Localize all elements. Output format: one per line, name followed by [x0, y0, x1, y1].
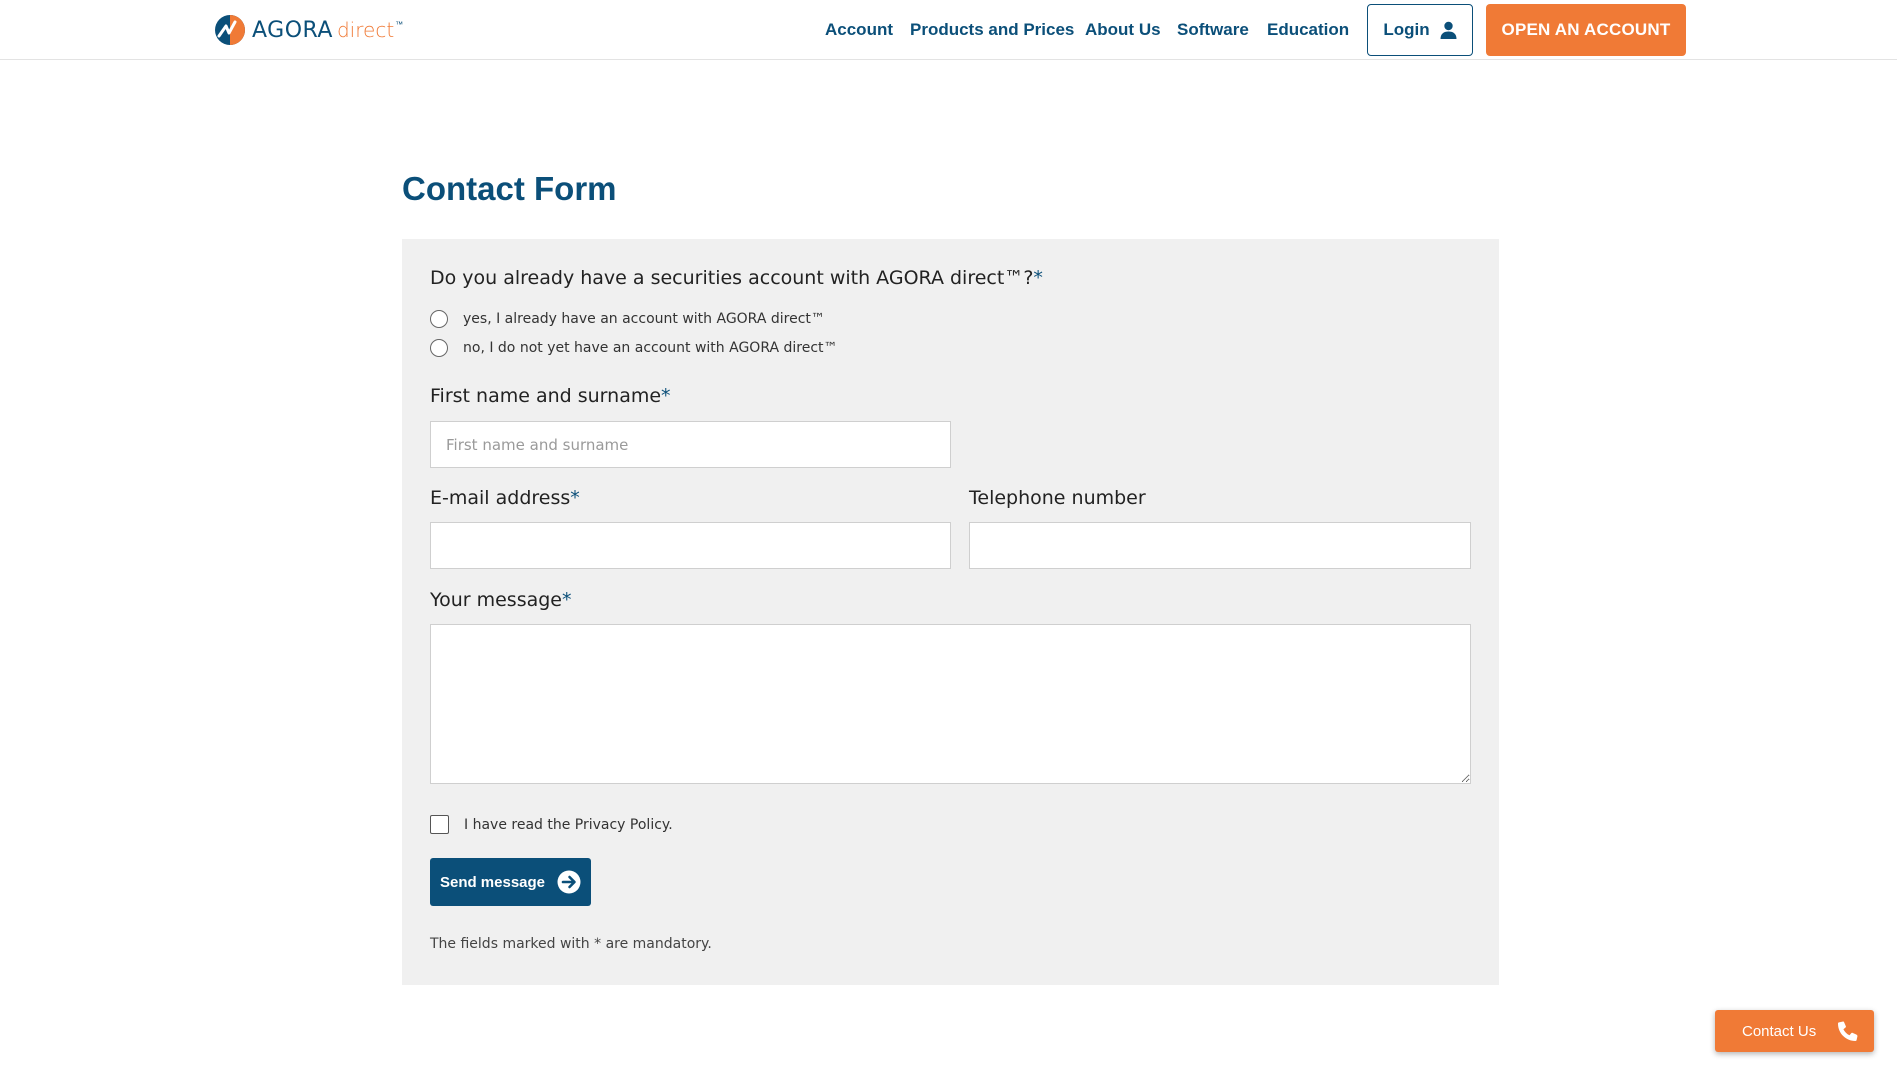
contact-us-button[interactable]: Contact Us [1715, 1010, 1874, 1052]
radio-no[interactable] [430, 339, 448, 357]
name-label: First name and surname* [430, 385, 671, 407]
email-label: E-mail address* [430, 487, 580, 509]
agora-logo-icon [215, 15, 245, 45]
login-button[interactable]: Login [1367, 4, 1473, 56]
privacy-checkbox[interactable] [430, 815, 449, 834]
mandatory-note: The fields marked with * are mandatory. [430, 936, 712, 952]
required-marker: * [661, 385, 671, 407]
account-question-label: Do you already have a securities account… [430, 267, 1043, 289]
send-message-label: Send message [439, 873, 546, 891]
brand-tm: ™ [395, 19, 404, 29]
site-header: AGORA direct ™ Account Products and Pric… [0, 0, 1897, 60]
radio-option-no[interactable]: no, I do not yet have an account with AG… [430, 339, 838, 357]
phone-label: Telephone number [969, 487, 1146, 509]
privacy-checkbox-row[interactable]: I have read the Privacy Policy. [430, 815, 673, 834]
nav-education[interactable]: Education [1267, 20, 1349, 40]
radio-option-yes[interactable]: yes, I already have an account with AGOR… [430, 310, 825, 328]
nav-software[interactable]: Software [1177, 20, 1249, 40]
name-label-text: First name and surname [430, 385, 662, 407]
privacy-label: I have read the Privacy Policy. [464, 816, 673, 833]
phone-icon [1838, 1021, 1858, 1041]
brand-wordmark: AGORA direct ™ [252, 18, 403, 43]
page-title: Contact Form [402, 170, 617, 207]
message-textarea[interactable] [430, 624, 1471, 784]
send-message-button[interactable]: Send message [430, 858, 591, 906]
brand-logo[interactable]: AGORA direct ™ [214, 12, 403, 48]
radio-yes-label: yes, I already have an account with AGOR… [463, 311, 825, 327]
message-label: Your message* [430, 589, 572, 611]
open-account-button[interactable]: OPEN AN ACCOUNT [1486, 4, 1686, 56]
name-input[interactable] [430, 421, 951, 468]
nav-account[interactable]: Account [825, 20, 893, 40]
email-label-text: E-mail address [430, 487, 571, 509]
phone-input[interactable] [969, 522, 1471, 569]
phone-label-text: Telephone number [969, 487, 1146, 509]
required-marker: * [562, 589, 572, 611]
required-marker: * [570, 487, 580, 509]
radio-no-label: no, I do not yet have an account with AG… [463, 340, 838, 356]
open-account-label: OPEN AN ACCOUNT [1501, 20, 1671, 39]
contact-us-label: Contact Us [1742, 1022, 1817, 1040]
message-label-text: Your message [430, 589, 562, 611]
login-label: Login [1383, 20, 1430, 39]
nav-products-and-prices[interactable]: Products and Prices [910, 20, 1074, 40]
required-marker: * [1033, 267, 1043, 289]
radio-yes[interactable] [430, 310, 448, 328]
user-icon [1440, 21, 1457, 39]
nav-about-us[interactable]: About Us [1085, 20, 1161, 40]
brand-name: AGORA [252, 17, 333, 43]
account-question-text: Do you already have a securities account… [430, 267, 1034, 289]
brand-suffix: direct [336, 17, 395, 42]
arrow-right-circle-icon [557, 870, 581, 894]
email-input[interactable] [430, 522, 951, 569]
contact-form: Do you already have a securities account… [402, 239, 1499, 985]
